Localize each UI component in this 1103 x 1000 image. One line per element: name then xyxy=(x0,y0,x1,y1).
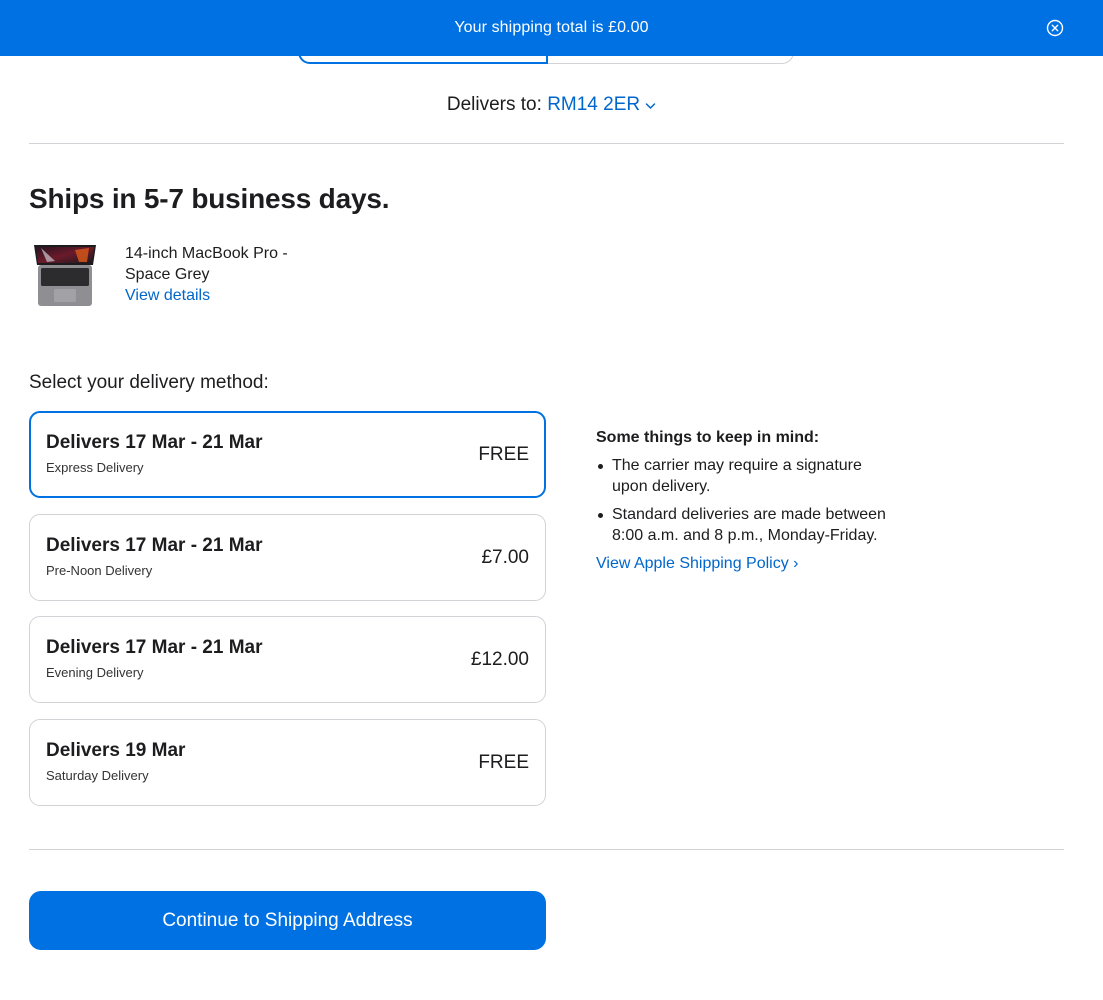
option-date: Delivers 17 Mar - 21 Mar xyxy=(46,535,263,556)
notes-item: The carrier may require a signature upon… xyxy=(596,455,896,497)
section-divider xyxy=(29,143,1064,144)
shipping-time-heading: Ships in 5-7 business days. xyxy=(29,183,390,214)
option-price: £12.00 xyxy=(470,649,529,670)
option-method: Saturday Delivery xyxy=(46,768,149,783)
option-price: FREE xyxy=(478,752,529,773)
close-icon[interactable] xyxy=(1046,19,1064,37)
delivery-option-pre-noon[interactable]: Delivers 17 Mar - 21 Mar Pre-Noon Delive… xyxy=(29,514,546,601)
shipping-total-banner: Your shipping total is £0.00 xyxy=(0,0,1103,56)
delivery-method-label: Select your delivery method: xyxy=(29,372,269,393)
option-date: Delivers 19 Mar xyxy=(46,740,186,761)
postcode-link[interactable]: RM14 2ER xyxy=(547,94,640,115)
shipping-notes: Some things to keep in mind: The carrier… xyxy=(596,429,896,573)
shipping-policy-link[interactable]: View Apple Shipping Policy › xyxy=(596,555,799,573)
option-method: Express Delivery xyxy=(46,460,144,475)
banner-message: Your shipping total is £0.00 xyxy=(454,19,649,36)
option-method: Evening Delivery xyxy=(46,665,144,680)
notes-heading: Some things to keep in mind: xyxy=(596,429,820,446)
delivery-option-express[interactable]: Delivers 17 Mar - 21 Mar Express Deliver… xyxy=(29,411,546,498)
checkout-delivery-page: Your shipping total is £0.00 Delivers to… xyxy=(0,0,1103,1000)
option-method: Pre-Noon Delivery xyxy=(46,563,153,578)
option-date: Delivers 17 Mar - 21 Mar xyxy=(46,637,263,658)
view-details-link[interactable]: View details xyxy=(125,285,305,306)
delivery-option-saturday[interactable]: Delivers 19 Mar Saturday Delivery FREE xyxy=(29,719,546,806)
product-name: 14-inch MacBook Pro - Space Grey xyxy=(125,245,288,283)
notes-item: Standard deliveries are made between 8:0… xyxy=(596,504,896,546)
delivers-to-label: Delivers to: xyxy=(446,94,542,116)
delivery-location: Delivers to: RM14 2ER xyxy=(0,94,1103,116)
section-divider xyxy=(29,849,1064,850)
option-date: Delivers 17 Mar - 21 Mar xyxy=(46,432,263,453)
option-price: £7.00 xyxy=(481,547,529,568)
product-summary: 14-inch MacBook Pro - Space Grey View de… xyxy=(29,240,305,310)
notes-list: The carrier may require a signature upon… xyxy=(596,455,896,546)
chevron-down-icon[interactable] xyxy=(645,94,656,116)
continue-to-shipping-address-button[interactable]: Continue to Shipping Address xyxy=(29,891,546,950)
macbook-pro-image xyxy=(29,240,101,310)
option-price: FREE xyxy=(478,444,529,465)
delivery-option-evening[interactable]: Delivers 17 Mar - 21 Mar Evening Deliver… xyxy=(29,616,546,703)
